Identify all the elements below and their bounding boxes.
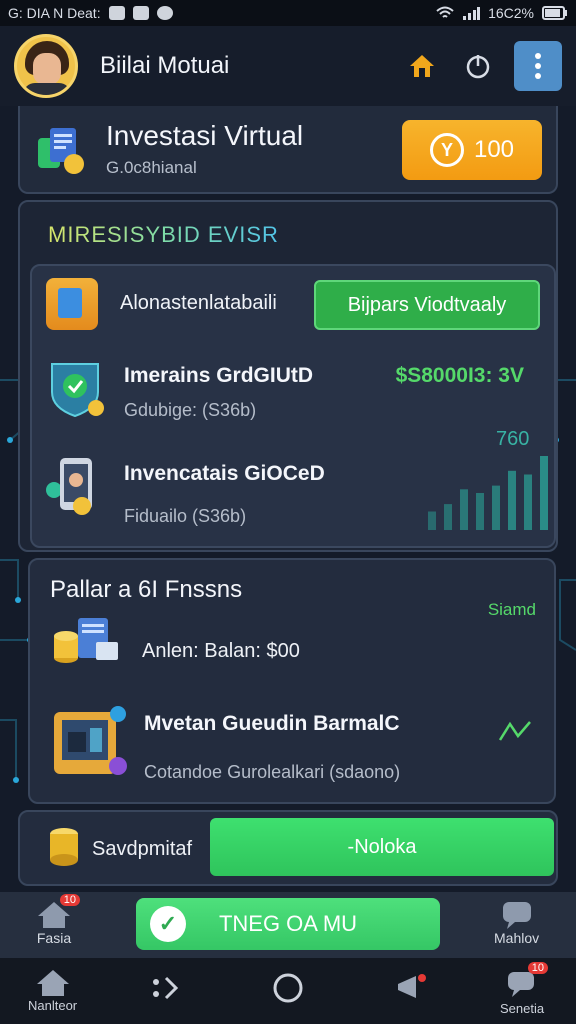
growth-chart <box>428 456 548 530</box>
tab-label: Mahlov <box>494 930 540 946</box>
coin-balance-button[interactable]: Y 100 <box>402 120 542 180</box>
nav-home[interactable]: Nanlteor <box>28 968 77 1013</box>
avatar[interactable] <box>14 34 78 98</box>
circle-home-icon <box>273 973 303 1003</box>
navigation-bar: Nanlteor 10 Senetia <box>0 958 576 1024</box>
sync-icon <box>156 6 173 20</box>
wifi-icon <box>436 6 454 18</box>
card-subtitle: G.0c8hianal <box>106 158 197 177</box>
home-icon <box>410 55 434 77</box>
chart-label: 760 <box>496 428 530 450</box>
settings-icon <box>108 6 125 20</box>
item-title: Invencatais GiOCeD <box>124 462 325 485</box>
chart-bar <box>540 456 548 530</box>
chart-bar <box>524 474 532 530</box>
investment-summary-card: Investasi Virtual G.0c8hianal Y 100 <box>18 106 558 194</box>
power-icon <box>466 55 490 79</box>
check-icon: ✓ <box>150 906 186 942</box>
megaphone-icon <box>398 974 426 998</box>
notification-badge: 10 <box>527 962 549 974</box>
card-title: Pallar a 6I Fnssns <box>50 576 243 603</box>
page-title: Biilai Motuai <box>100 52 230 79</box>
panel-heading: MIRESISYBID EVISR <box>48 222 279 247</box>
item-subtitle: Gdubige: (S36b) <box>124 400 257 420</box>
power-button[interactable] <box>458 46 498 86</box>
battery-percent: 16C2% <box>488 5 534 21</box>
nav-back[interactable] <box>150 974 182 1002</box>
trend-up-icon <box>498 721 531 741</box>
tab-label: Fasia <box>36 930 72 946</box>
item-subtitle: Fiduailo (S36b) <box>124 506 247 526</box>
coin-icon: Y <box>429 133 464 167</box>
nav-label: Senetia <box>500 1001 545 1016</box>
chart-bar <box>460 489 468 530</box>
notification-badge: 10 <box>59 894 80 906</box>
status-bar: G: DIA N Deat: 16C2% <box>0 0 576 26</box>
store-icon <box>54 706 127 775</box>
battery-icon <box>542 6 567 20</box>
signal-icon <box>463 7 481 20</box>
wallet-icon <box>38 128 84 174</box>
chart-bar <box>508 470 516 530</box>
chat-icon <box>502 902 531 929</box>
nav-broadcast[interactable] <box>394 972 428 1002</box>
home-icon <box>36 970 69 996</box>
status-left-text: G: DIA N Deat: <box>8 5 101 21</box>
chart-bar <box>492 485 500 530</box>
save-card: Savdpmitaf -Noloka <box>18 810 558 886</box>
item-title: Mvetan Gueudin BarmalC <box>144 712 400 735</box>
chart-bar <box>428 511 436 530</box>
tablet-icon <box>46 278 98 330</box>
coin-value: 100 <box>473 136 515 163</box>
view-button[interactable]: Bijpars Viodtvaaly <box>314 280 540 330</box>
status-badge: Siamd <box>487 600 536 619</box>
investment-list-card: Alonastenlatabaili Bijpars Viodtvaaly Im… <box>30 264 556 548</box>
start-button-label: TNEG OA MU <box>218 911 358 936</box>
item-title: Imerains GrdGIUtD <box>124 364 314 387</box>
phone-icon <box>46 458 92 515</box>
nav-settings[interactable]: 10 Senetia <box>500 962 549 1016</box>
nav-label: Nanlteor <box>28 998 78 1013</box>
tab-messages[interactable]: Mahlov <box>494 900 539 946</box>
investment-panel: MIRESISYBID EVISR Alonastenlatabaili Bij… <box>18 200 558 552</box>
chart-bar <box>444 504 452 530</box>
save-label: Savdpmitaf <box>92 838 193 860</box>
coin-stack-icon <box>50 828 78 866</box>
section-label: Alonastenlatabaili <box>120 292 277 314</box>
card-title: Investasi Virtual <box>106 120 304 151</box>
finance-card: Pallar a 6I Fnssns Siamd Anlen: Balan: $… <box>28 558 556 804</box>
start-button[interactable]: ✓ TNEG OA MU <box>136 898 440 950</box>
app-header: Biilai Motuai <box>0 26 576 106</box>
coins-stack-icon <box>54 618 118 663</box>
back-icon <box>153 976 179 1000</box>
menu-button[interactable] <box>514 41 562 91</box>
chart-bar <box>476 493 484 530</box>
bottom-app-bar: 10 Fasia ✓ TNEG OA MU Mahlov <box>0 892 576 958</box>
shield-icon <box>132 6 149 20</box>
save-button[interactable]: -Noloka <box>210 818 554 876</box>
nav-home-circle[interactable] <box>272 972 304 1004</box>
home-button[interactable] <box>402 46 442 86</box>
more-vertical-icon <box>535 53 541 79</box>
shield-check-icon <box>51 363 104 418</box>
item-subtitle: Cotandoe Gurolealkari (sdaono) <box>144 762 401 782</box>
item-value: $S8000I3: 3V <box>395 364 524 387</box>
tab-home[interactable]: 10 Fasia <box>36 894 80 946</box>
balance-text: Anlen: Balan: $00 <box>142 640 300 662</box>
